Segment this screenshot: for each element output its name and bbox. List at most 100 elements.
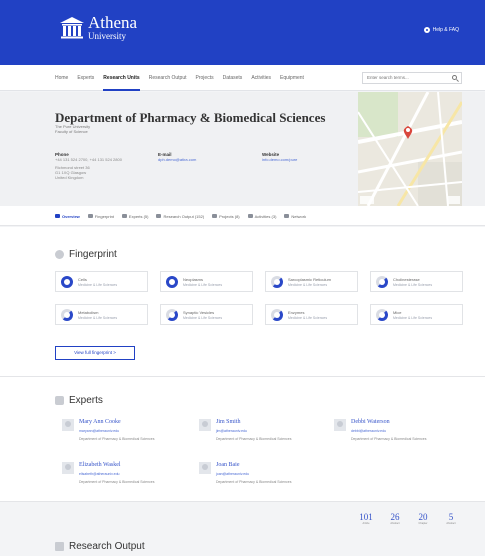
concept-weight-icon	[376, 276, 388, 288]
location-map[interactable]	[358, 92, 462, 206]
nav-items: Home Experts Research Units Research Output…	[55, 65, 304, 91]
tab-label: Research Output (152)	[163, 213, 205, 219]
nav-item[interactable]: Research Units	[103, 65, 140, 91]
view-full-fingerprint-button[interactable]: View full fingerprint >	[55, 346, 135, 360]
output-stat[interactable]: 101 Article	[355, 512, 377, 525]
expert-email[interactable]: joan@atherauniv.edu	[216, 472, 249, 476]
top-header: Athena University Help & FAQ	[0, 0, 485, 65]
expert-name[interactable]: Elizabeth Waskel	[79, 462, 121, 468]
expert-department[interactable]: Department of Pharmacy & Biomedical Scie…	[79, 480, 154, 484]
concept-name: Enzymes	[288, 310, 305, 315]
university-logo[interactable]: Athena University	[60, 14, 137, 42]
nav-item[interactable]: Projects	[196, 65, 214, 91]
expert-name[interactable]: Debbi Waterson	[351, 419, 390, 425]
expert-email[interactable]: debbi@atherauniv.edu	[351, 429, 386, 433]
nav-item[interactable]: Datasets	[223, 65, 243, 91]
research-output-heading: Research Output	[55, 541, 145, 552]
fingerprint-concept-card[interactable]: Cells Medicine & Life Sciences	[55, 271, 148, 292]
concept-weight-icon	[166, 309, 178, 321]
fingerprint-concept-card[interactable]: Synaptic Vesicles Medicine & Life Science…	[160, 304, 253, 325]
email-link[interactable]: dph.demo@atira.com	[158, 157, 196, 162]
book-icon	[55, 542, 64, 551]
experts-heading: Experts	[55, 395, 103, 406]
tab-icon	[212, 214, 218, 218]
expert-name[interactable]: Mary Ann Cooke	[79, 419, 121, 425]
columns-logo-icon	[60, 17, 84, 39]
nav-item[interactable]: Equipment	[280, 65, 304, 91]
expert-department[interactable]: Department of Pharmacy & Biomedical Scie…	[351, 437, 426, 441]
output-type-label: Abstract	[390, 522, 400, 525]
fingerprint-concept-card[interactable]: Sarcoplasmic Reticulum Medicine & Life Sc…	[265, 271, 358, 292]
fingerprint-concept-card[interactable]: Enzymes Medicine & Life Sciences	[265, 304, 358, 325]
website-block: Website info.demo.com/pure	[262, 152, 297, 162]
fingerprint-title: Fingerprint	[69, 249, 117, 260]
concept-name: Neoplasms	[183, 277, 204, 282]
nav-item[interactable]: Activities	[251, 65, 271, 91]
search-box[interactable]	[362, 72, 462, 84]
tab-item[interactable]: Experts (5)	[121, 214, 148, 219]
avatar[interactable]	[62, 462, 74, 474]
fingerprint-concept-card[interactable]: Neoplasms Medicine & Life Sciences	[160, 271, 253, 292]
map-graphic	[358, 92, 462, 206]
tab-item[interactable]: Overview	[55, 214, 80, 219]
tab-label: Network	[291, 213, 307, 219]
search-input[interactable]	[367, 75, 447, 80]
concept-name: Metabolism	[78, 310, 99, 315]
search-icon[interactable]	[452, 75, 457, 80]
logo-subtitle: University	[88, 31, 126, 41]
help-icon	[423, 27, 430, 33]
expert-department[interactable]: Department of Pharmacy & Biomedical Scie…	[79, 437, 154, 441]
expert-email[interactable]: elisabeth@atherauniv.edu	[79, 472, 119, 476]
concept-weight-icon	[166, 276, 178, 288]
output-stat[interactable]: 20 Chapter	[412, 512, 434, 525]
concept-name: Sarcoplasmic Reticulum	[288, 277, 331, 282]
expert-email[interactable]: jim@atherauniv.edu	[216, 429, 247, 433]
expert-item: Elizabeth Waskel elisabeth@atherauniv.edu…	[62, 462, 192, 492]
output-stat[interactable]: 26 Abstract	[384, 512, 406, 525]
help-faq-link[interactable]: Help & FAQ	[423, 27, 459, 33]
avatar[interactable]	[199, 462, 211, 474]
concept-name: Cells	[78, 277, 87, 282]
tab-icon	[247, 214, 253, 218]
expert-item: Jim Smith jim@atherauniv.edu Department of…	[199, 419, 329, 449]
tab-item[interactable]: Activities (3)	[247, 213, 277, 219]
expert-name[interactable]: Joan Baie	[216, 462, 240, 468]
logo-name: Athena	[88, 13, 138, 32]
tab-label: Activities (3)	[254, 213, 277, 219]
nav-item[interactable]: Experts	[77, 65, 94, 91]
phone-block: Phone +44 131 524 2700, +44 131 524 2800…	[55, 152, 122, 180]
fingerprint-concept-card[interactable]: Mice Medicine & Life Sciences	[370, 304, 463, 325]
website-link[interactable]: info.demo.com/pure	[262, 157, 297, 162]
expert-department[interactable]: Department of Pharmacy & Biomedical Scie…	[216, 480, 291, 484]
page-title: Department of Pharmacy & Biomedical Scie…	[55, 110, 326, 125]
main-nav: Home Experts Research Units Research Output…	[0, 65, 485, 91]
tab-item[interactable]: Projects (8)	[212, 213, 240, 219]
address-line-3: United Kingdom	[55, 175, 84, 180]
research-output-title: Research Output	[69, 541, 145, 552]
avatar[interactable]	[62, 419, 74, 431]
expert-email[interactable]: maryann@atherauniv.edu	[79, 429, 119, 433]
output-count: 26	[390, 512, 400, 522]
fingerprint-concept-card[interactable]: Cholinesterase Medicine & Life Sciences	[370, 271, 463, 292]
avatar[interactable]	[334, 419, 346, 431]
output-type-label: Abstract	[446, 522, 456, 525]
output-stat[interactable]: 5 Abstract	[440, 512, 462, 525]
concept-weight-icon	[271, 309, 283, 321]
concept-weight-icon	[61, 309, 73, 321]
fingerprint-concept-card[interactable]: Metabolism Medicine & Life Sciences	[55, 304, 148, 325]
tab-list: Overview Fingerprint Experts (5) Research O…	[55, 206, 306, 226]
tab-item[interactable]: Network	[284, 214, 306, 219]
tab-icon	[55, 214, 60, 218]
help-label: Help & FAQ	[432, 27, 459, 33]
expert-department[interactable]: Department of Pharmacy & Biomedical Scie…	[216, 437, 291, 441]
tab-label: Projects (8)	[219, 213, 240, 219]
avatar[interactable]	[199, 419, 211, 431]
nav-item[interactable]: Research Output	[149, 65, 187, 91]
tab-icon	[284, 214, 290, 218]
nav-item[interactable]: Home	[55, 65, 68, 91]
expert-name[interactable]: Jim Smith	[216, 419, 241, 425]
faculty-name[interactable]: Faculty of Science	[55, 129, 90, 134]
experts-title: Experts	[69, 395, 103, 406]
tab-item[interactable]: Research Output (152)	[156, 214, 204, 219]
tab-item[interactable]: Fingerprint	[87, 214, 114, 219]
